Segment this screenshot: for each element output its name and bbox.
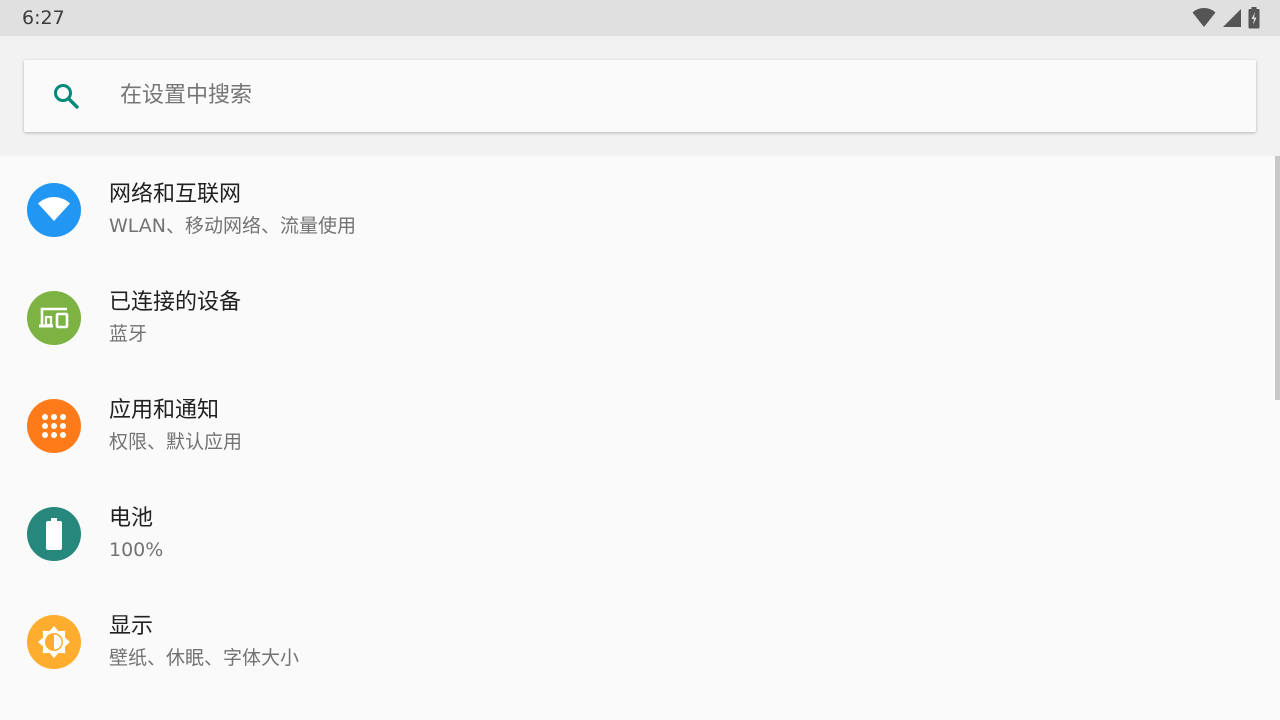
cell-signal-icon	[1222, 8, 1242, 28]
wifi-icon	[27, 183, 81, 237]
apps-grid-icon	[27, 399, 81, 453]
setting-item-network[interactable]: 网络和互联网 WLAN、移动网络、流量使用	[0, 156, 1272, 264]
search-area: 在设置中搜索	[0, 36, 1280, 156]
setting-summary: 壁纸、休眠、字体大小	[109, 647, 300, 669]
setting-summary: 权限、默认应用	[109, 431, 243, 453]
setting-title: 显示	[109, 614, 154, 639]
wifi-icon	[1192, 8, 1216, 28]
brightness-icon	[27, 615, 81, 669]
search-placeholder: 在设置中搜索	[120, 83, 253, 108]
setting-item-battery[interactable]: 电池 100%	[0, 480, 1272, 588]
status-icons	[1192, 7, 1260, 29]
settings-list: 网络和互联网 WLAN、移动网络、流量使用 已连接的设备 蓝牙 应用和通知 权限…	[0, 156, 1272, 720]
battery-icon	[27, 507, 81, 561]
battery-charging-icon	[1248, 7, 1260, 29]
setting-summary: 蓝牙	[109, 323, 148, 345]
setting-title: 已连接的设备	[109, 290, 242, 315]
devices-icon	[27, 291, 81, 345]
setting-summary: WLAN、移动网络、流量使用	[109, 215, 357, 237]
setting-summary: 100%	[109, 539, 164, 561]
search-bar[interactable]: 在设置中搜索	[24, 60, 1256, 132]
status-bar: 6:27	[0, 0, 1280, 36]
search-icon	[52, 82, 80, 110]
setting-title: 网络和互联网	[109, 182, 242, 207]
setting-title: 应用和通知	[109, 398, 220, 423]
scrollbar[interactable]	[1275, 156, 1280, 400]
setting-title: 电池	[109, 506, 154, 531]
status-time: 6:27	[22, 7, 65, 29]
setting-item-connected-devices[interactable]: 已连接的设备 蓝牙	[0, 264, 1272, 372]
setting-item-display[interactable]: 显示 壁纸、休眠、字体大小	[0, 588, 1272, 696]
setting-item-apps[interactable]: 应用和通知 权限、默认应用	[0, 372, 1272, 480]
